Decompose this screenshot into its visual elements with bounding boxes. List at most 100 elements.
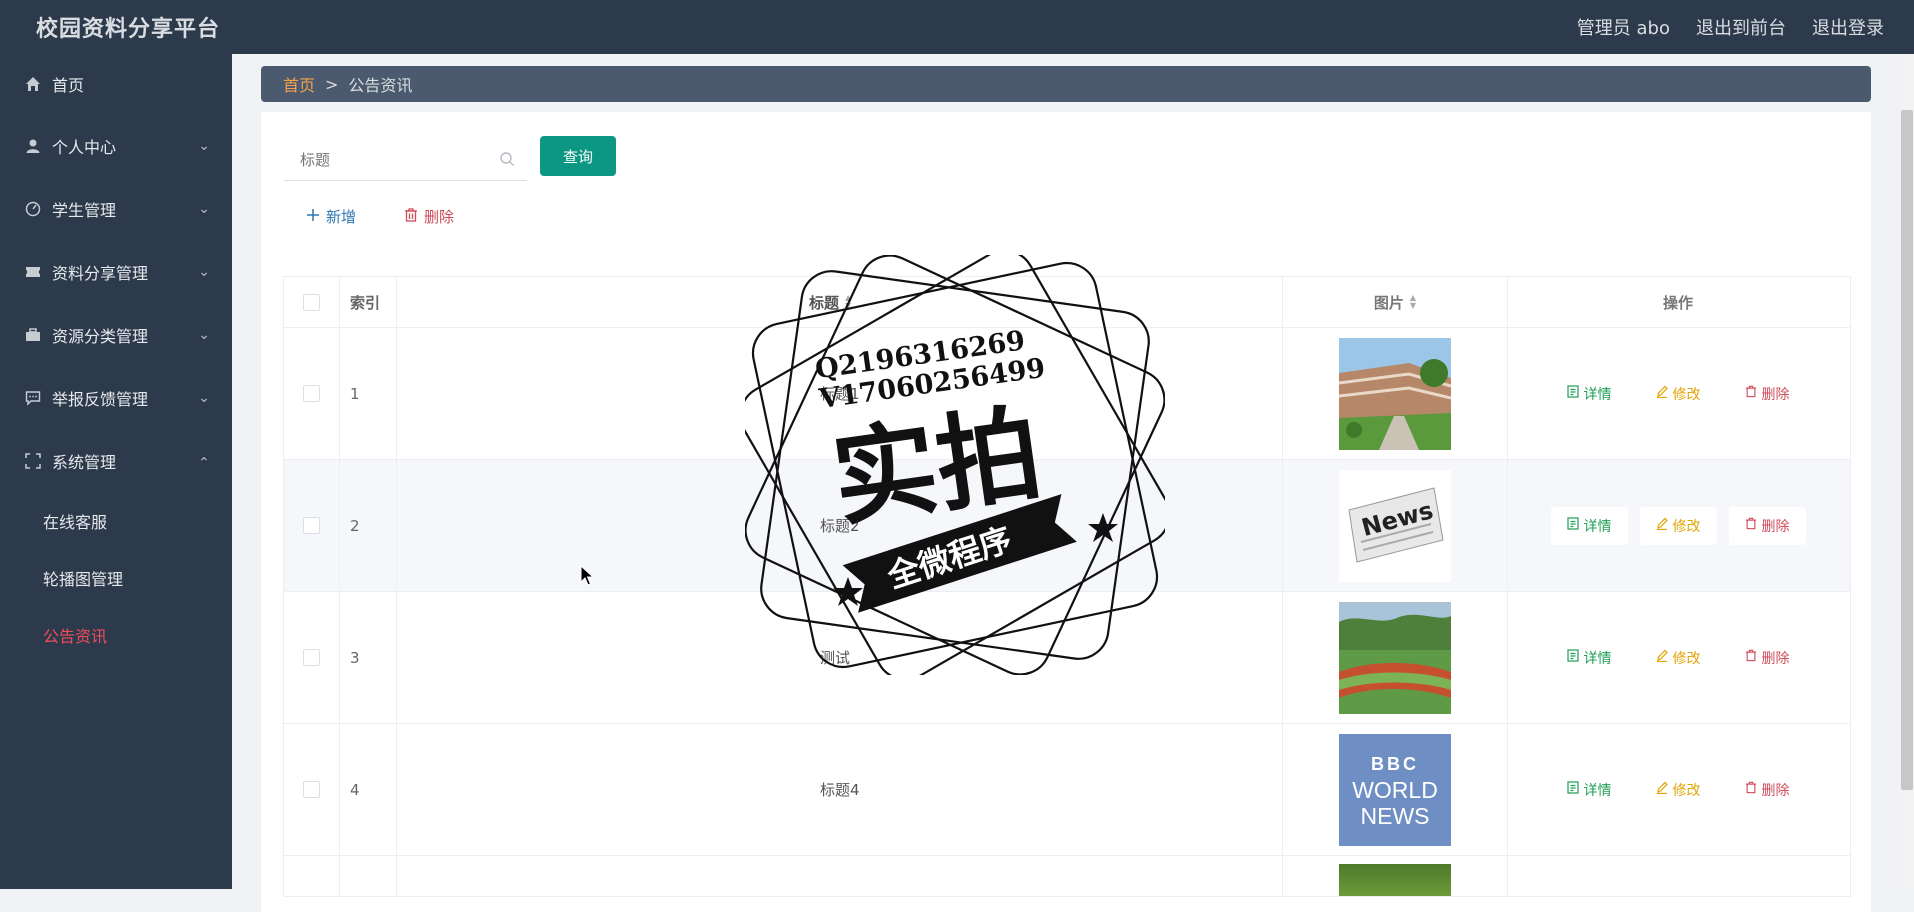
main-content: 首页 > 公告资讯 查询 新增 删除 索引 [232,54,1900,912]
detail-button[interactable]: 详情 [1550,506,1628,545]
edit-button[interactable]: 修改 [1640,771,1717,809]
document-icon [1566,781,1579,798]
delete-button[interactable]: 删除 [1729,639,1806,677]
sort-icon[interactable]: ▲ ▼ [1410,294,1416,310]
plus-icon [306,208,320,226]
row-index: 1 [340,328,397,459]
row-title [397,856,1283,896]
notice-table: 索引 标题 ▲ ▼ 图片 ▲ ▼ 操作 1 标题1 详情 修改 删除 2 标题2… [283,276,1851,897]
header-title[interactable]: 标题 ▲ ▼ [397,277,1283,327]
table-row: 3 测试 详情 修改 删除 [284,592,1850,724]
detail-button[interactable]: 详情 [1551,375,1628,413]
exit-front-link[interactable]: 退出到前台 [1696,14,1786,40]
row-checkbox[interactable] [303,649,320,666]
sidebar-item-students[interactable]: 学生管理 ⌄ [0,177,232,240]
trash-icon [1745,517,1757,534]
row-index: 2 [340,460,397,591]
sidebar-item-profile[interactable]: 个人中心 ⌄ [0,114,232,177]
search-input[interactable] [284,150,502,170]
sidebar: 首页 个人中心 ⌄ 学生管理 ⌄ 资料分享管理 ⌄ 资源分类管理 ⌄ 举报反馈管… [0,54,232,889]
delete-button[interactable]: 删除 [1729,771,1806,809]
detail-button[interactable]: 详情 [1551,639,1628,677]
header-image[interactable]: 图片 ▲ ▼ [1283,277,1508,327]
edit-button[interactable]: 修改 [1640,375,1717,413]
pencil-icon [1656,385,1668,402]
chevron-up-icon: ⌄ [198,452,210,469]
row-ops: 详情 修改 删除 [1508,724,1848,855]
trash-icon [1745,781,1757,798]
document-icon [1566,649,1579,666]
chevron-down-icon: ⌄ [198,200,210,217]
sidebar-item-system[interactable]: 系统管理 ⌄ [0,429,232,492]
edit-label: 修改 [1672,518,1701,535]
sidebar-subitem-service[interactable]: 在线客服 [0,492,232,549]
sidebar-item-label: 首页 [52,76,85,95]
pencil-icon [1656,649,1668,666]
add-label: 新增 [326,208,357,226]
briefcase-icon [24,326,42,344]
query-button[interactable]: 查询 [540,136,616,176]
edit-button[interactable]: 修改 [1640,639,1717,677]
row-ops: 详情 修改 删除 [1508,592,1848,723]
breadcrumb-home[interactable]: 首页 [283,72,315,96]
row-checkbox[interactable] [303,517,320,534]
header-ops: 操作 [1662,293,1693,312]
sort-icon[interactable]: ▲ ▼ [845,294,851,310]
detail-button[interactable]: 详情 [1551,771,1628,809]
scrollbar-thumb[interactable] [1901,110,1913,790]
header-title-label: 标题 [809,293,840,312]
select-all-checkbox[interactable] [303,293,320,311]
sidebar-item-category[interactable]: 资源分类管理 ⌄ [0,303,232,366]
delete-label: 删除 [1761,518,1790,535]
header-index: 索引 [340,277,397,327]
sidebar-item-label: 资源分类管理 [52,326,149,346]
fullscreen-icon [24,452,42,470]
table-row: 4 标题4 BBC WORLD NEWS 详情 修改 删除 [284,724,1850,856]
batch-delete-button[interactable]: 删除 [404,206,454,227]
delete-button[interactable]: 删除 [1729,375,1806,413]
row-checkbox[interactable] [303,385,320,402]
row-image-cell [1283,592,1508,723]
row-check-cell [284,592,340,723]
admin-label: 管理员 abo [1576,18,1670,39]
row-check-cell [284,460,340,591]
sidebar-item-label: 资料分享管理 [52,263,149,283]
row-title: 标题4 [397,724,1283,855]
row-ops: 详情 修改 删除 [1508,460,1848,591]
sidebar-subitem-carousel[interactable]: 轮播图管理 [0,549,232,606]
delete-label: 删除 [1761,650,1790,667]
sidebar-item-share[interactable]: 资料分享管理 ⌄ [0,240,232,303]
edit-button[interactable]: 修改 [1639,506,1717,545]
chevron-down-icon: ⌄ [198,389,210,406]
row-checkbox[interactable] [303,781,320,798]
row-check-cell [284,328,340,459]
chat-icon [24,389,42,407]
sidebar-item-label: 个人中心 [52,137,117,157]
forest-thumbnail [1339,864,1451,896]
sidebar-item-home[interactable]: 首页 [0,54,232,114]
sidebar-subitem-notice[interactable]: 公告资讯 [0,606,232,663]
document-icon [1566,517,1579,534]
detail-label: 详情 [1583,650,1612,667]
edit-label: 修改 [1672,782,1701,799]
pencil-icon [1656,781,1668,798]
row-title: 标题1 [397,328,1283,459]
page-scrollbar[interactable] [1900,54,1914,889]
trash-icon [1745,649,1757,666]
logout-link[interactable]: 退出登录 [1812,14,1884,40]
top-header: 校园资料分享平台 管理员 abo 退出到前台 退出登录 [0,0,1914,54]
header-image-label: 图片 [1373,293,1404,312]
detail-label: 详情 [1583,386,1612,403]
sidebar-item-label: 举报反馈管理 [52,389,149,409]
sidebar-item-report[interactable]: 举报反馈管理 ⌄ [0,366,232,429]
header-actions: 管理员 abo 退出到前台 退出登录 [1577,14,1914,40]
add-button[interactable]: 新增 [306,206,356,227]
row-image-cell [1283,328,1508,459]
content-panel: 查询 新增 删除 索引 标题 ▲▼ 图片 ▲▼ [261,112,1871,912]
row-ops: 详情 修改 删除 [1508,328,1848,459]
search-box [284,140,527,181]
breadcrumb: 首页 > 公告资讯 [261,66,1871,102]
campus-building-thumbnail [1339,337,1451,450]
chevron-down-icon: ⌄ [198,263,210,280]
delete-button[interactable]: 删除 [1728,506,1806,545]
